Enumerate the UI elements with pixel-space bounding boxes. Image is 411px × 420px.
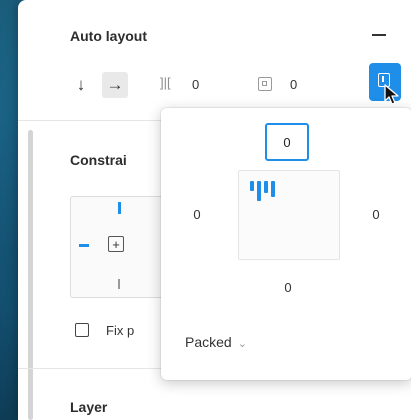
constraint-left-handle[interactable] [79,244,89,247]
minus-icon [372,34,386,36]
chevron-down-icon: ⌄ [237,338,247,350]
layer-title: Layer [70,399,108,415]
alignment-bar [250,181,254,191]
direction-horizontal-button[interactable]: → [102,72,128,98]
padding-input[interactable]: 0 [290,77,297,92]
remove-auto-layout-button[interactable] [368,24,390,46]
design-panel: Auto layout ↓ → ]|[ 0 0 Constrai + Fix p… [18,0,411,420]
padding-icon [258,77,272,91]
spacing-mode-label: Packed [185,334,232,350]
panel-scrollbar[interactable] [28,130,33,420]
spacing-icon: ]|[ [160,75,171,90]
constraint-center-box[interactable]: + [108,236,124,252]
plus-icon: + [112,236,120,252]
padding-top-input[interactable]: 0 [265,123,309,161]
auto-layout-title: Auto layout [70,28,147,44]
padding-right-input[interactable]: 0 [366,207,386,222]
alignment-bar [257,181,261,201]
direction-vertical-button[interactable]: ↓ [68,72,94,98]
mouse-cursor-icon [384,84,399,105]
constraint-bottom-handle[interactable] [118,279,120,289]
alignment-bar [264,181,268,193]
padding-bottom-input[interactable]: 0 [278,280,298,295]
spacing-mode-dropdown[interactable]: Packed ⌄ [185,334,247,350]
fix-position-label: Fix p [106,323,135,338]
constraints-title: Constrai [70,152,127,168]
padding-left-input[interactable]: 0 [187,207,207,222]
padding-alignment-popover: 0 0 0 0 Packed ⌄ [161,108,411,380]
fix-position-checkbox[interactable] [75,323,89,337]
spacing-input[interactable]: 0 [192,77,199,92]
alignment-bar [271,181,275,197]
arrow-right-icon: → [106,75,124,94]
alignment-grid[interactable] [238,170,340,260]
constraint-top-handle[interactable] [118,202,121,214]
arrow-down-icon: ↓ [76,75,86,94]
